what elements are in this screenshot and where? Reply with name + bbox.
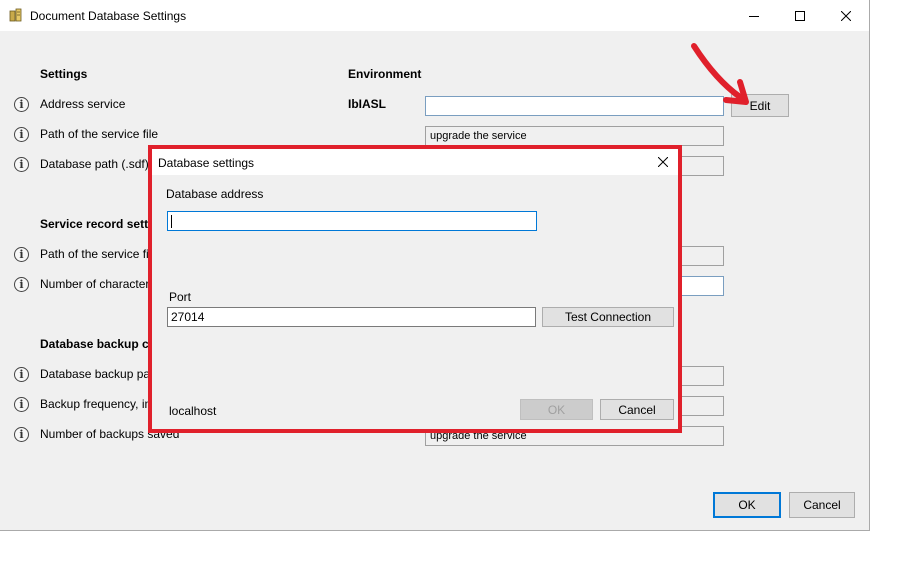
row-label: Database backup path	[40, 367, 161, 381]
address-service-field[interactable]	[425, 96, 724, 116]
database-address-label: Database address	[166, 187, 264, 201]
row-label: Number of characters	[40, 277, 156, 291]
dialog-title-bar: Database settings	[152, 149, 678, 175]
service-record-heading: Service record setti	[40, 217, 152, 231]
info-icon[interactable]: i	[14, 277, 29, 292]
maximize-icon	[795, 10, 805, 21]
environment-value-label: IbIASL	[348, 97, 386, 111]
minimize-icon	[749, 15, 759, 17]
dialog-title: Database settings	[158, 156, 255, 170]
row-label: Database path (.sdf)	[40, 157, 149, 171]
info-icon[interactable]: i	[14, 157, 29, 172]
close-icon	[841, 10, 851, 21]
row-label: Path of the service file	[40, 247, 159, 261]
close-button[interactable]	[823, 0, 869, 31]
settings-heading: Settings	[40, 67, 88, 81]
backup-heading: Database backup c	[40, 337, 149, 351]
close-icon	[658, 157, 668, 167]
database-settings-dialog: Database settings Database address Port …	[152, 149, 678, 429]
row-label: Path of the service file	[40, 127, 159, 141]
red-arrow-icon	[691, 43, 749, 105]
environment-heading: Environment	[348, 67, 422, 81]
database-address-input[interactable]	[167, 211, 537, 231]
window-title: Document Database Settings	[30, 9, 187, 23]
info-icon[interactable]: i	[14, 127, 29, 142]
text-cursor	[171, 215, 172, 229]
info-icon[interactable]: i	[14, 397, 29, 412]
info-icon[interactable]: i	[14, 97, 29, 112]
dialog-cancel-button[interactable]: Cancel	[600, 399, 674, 420]
test-connection-button[interactable]: Test Connection	[542, 307, 674, 327]
title-bar: Document Database Settings	[0, 0, 869, 31]
info-icon[interactable]: i	[14, 367, 29, 382]
minimize-button[interactable]	[731, 0, 777, 31]
maximize-button[interactable]	[777, 0, 823, 31]
info-icon[interactable]: i	[14, 247, 29, 262]
port-label: Port	[169, 290, 192, 304]
host-label: localhost	[169, 404, 217, 418]
dialog-ok-button[interactable]: OK	[520, 399, 593, 420]
app-icon	[9, 8, 22, 22]
row-label: Backup frequency, in d	[40, 397, 162, 411]
ok-button[interactable]: OK	[713, 492, 781, 518]
dialog-close-button[interactable]	[648, 149, 678, 175]
service-file-path-field: upgrade the service	[425, 126, 724, 146]
port-input[interactable]: 27014	[167, 307, 536, 327]
cancel-button[interactable]: Cancel	[789, 492, 855, 518]
row-label: Address service	[40, 97, 126, 111]
info-icon[interactable]: i	[14, 427, 29, 442]
